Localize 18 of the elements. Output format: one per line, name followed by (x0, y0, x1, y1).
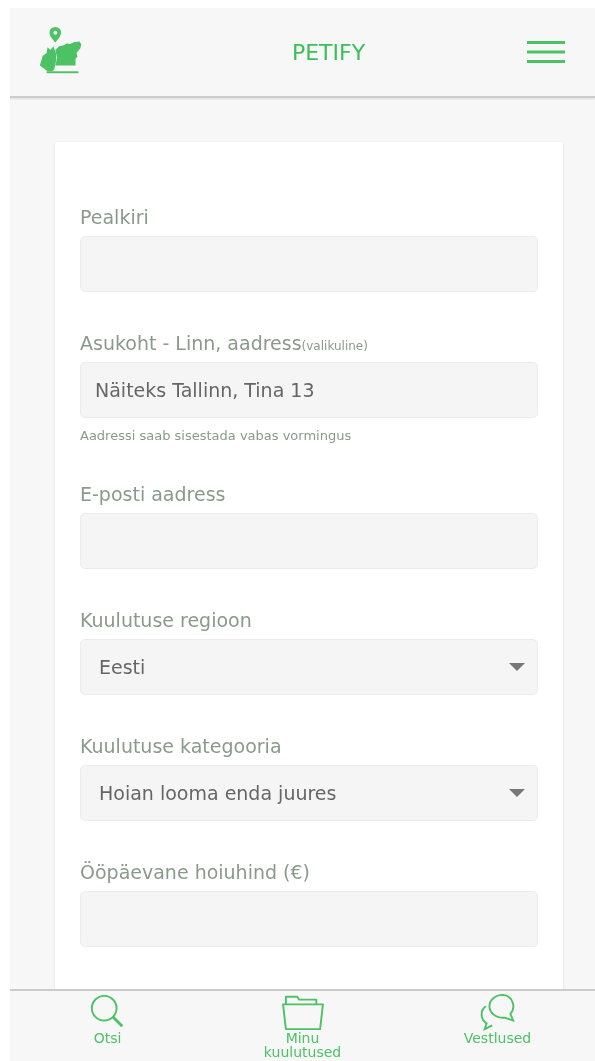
field-label: Asukoht - Linn, aadress(valikuline) (80, 332, 369, 354)
field-label: E-posti aadress (80, 483, 227, 505)
input-field[interactable]: Näiteks Tallinn, Tina 13 (80, 362, 538, 418)
select-field[interactable]: Hoian looma enda juures (80, 765, 538, 821)
field-label: Pealkiri (80, 206, 150, 228)
select-field[interactable]: Eesti (80, 639, 538, 695)
caret-icon (509, 789, 525, 797)
menu-icon[interactable] (527, 40, 565, 64)
field-hint: Aadressi saab sisestada vabas vormingus (80, 428, 353, 443)
field-label: Kuulutuse kategooria (80, 735, 283, 757)
nav-item[interactable]: Vestlused (447, 991, 548, 1045)
caret-icon (509, 663, 525, 671)
field-label: Ööpäevane hoiuhind (€) (80, 861, 311, 883)
nav-item[interactable]: Otsi (57, 991, 158, 1045)
folder-icon (280, 993, 325, 1031)
nav-item[interactable]: Minu kuulutused (252, 991, 353, 1059)
app-title: PETIFY (291, 39, 366, 65)
field-label: Kuulutuse regioon (80, 609, 253, 631)
